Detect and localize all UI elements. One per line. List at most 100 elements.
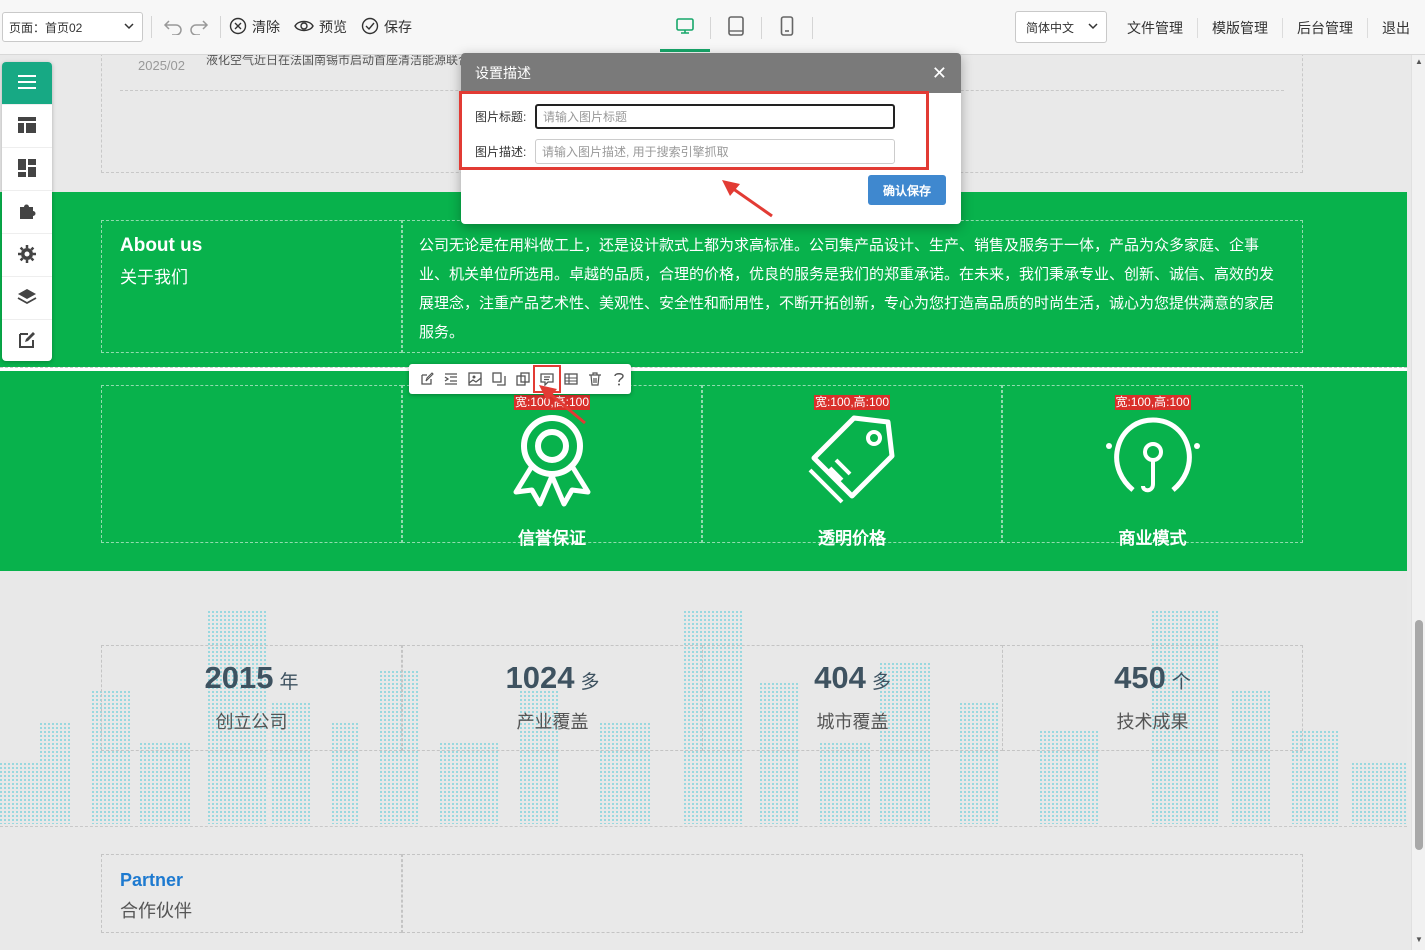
feature-label: 信誉保证 (518, 529, 586, 548)
feature-empty-cell[interactable] (101, 385, 402, 543)
duplicate-icon[interactable] (511, 367, 535, 391)
desktop-view-button[interactable] (660, 0, 710, 55)
stat-number: 450 (1114, 660, 1166, 695)
stat-label: 技术成果 (1116, 712, 1189, 732)
image-title-row: 图片标题: 请输入图片标题 (475, 104, 895, 129)
image-title-input[interactable]: 请输入图片标题 (535, 104, 895, 129)
layers-icon (17, 287, 37, 310)
divider (812, 16, 813, 39)
edit-element-icon[interactable] (415, 367, 439, 391)
scroll-up-arrow-icon[interactable]: ▲ (1414, 57, 1424, 66)
feature-item[interactable]: 宽:100,高:100 商业模式 (1002, 385, 1303, 548)
scroll-thumb[interactable] (1415, 620, 1423, 850)
feature-label: 商业模式 (1118, 529, 1187, 548)
dashboard-icon (17, 158, 37, 181)
stat-number: 2015 (204, 660, 274, 695)
redo-icon[interactable] (186, 14, 212, 40)
confirm-save-button[interactable]: 确认保存 (868, 175, 946, 205)
dialog-title: 设置描述 (475, 65, 531, 81)
layers-button[interactable] (2, 277, 52, 320)
stat-label: 城市覆盖 (816, 712, 889, 732)
trash-icon[interactable] (583, 367, 607, 391)
clear-button[interactable]: 清除 (229, 17, 280, 38)
partner-logos-area[interactable] (402, 854, 1303, 933)
edit-button[interactable] (2, 320, 52, 361)
image-desc-input[interactable]: 请输入图片描述, 用于搜索引擎抓取 (535, 139, 895, 164)
partner-title-cn: 合作伙伴 (120, 901, 192, 921)
page-select-value: 页面：首页02 (9, 20, 83, 35)
about-title-cn: 关于我们 (120, 268, 188, 287)
file-manage-link[interactable]: 文件管理 (1113, 18, 1197, 38)
stat-number-row: 2015 年 (102, 660, 401, 696)
puzzle-icon (17, 201, 37, 224)
partner-section: Partner 合作伙伴 (0, 826, 1407, 950)
about-body[interactable]: 公司无论是在用料做工上，还是设计款式上都为求高标准。公司集产品设计、生产、销售及… (402, 220, 1303, 353)
preview-button[interactable]: 预览 (294, 17, 347, 37)
admin-link[interactable]: 后台管理 (1282, 17, 1367, 38)
stat-item[interactable]: 450 个 技术成果 (1002, 645, 1303, 751)
stat-label: 产业覆盖 (516, 712, 589, 732)
template-manage-link[interactable]: 模版管理 (1197, 17, 1282, 38)
stat-item[interactable]: 404 多 城市覆盖 (702, 645, 1003, 751)
stat-unit: 个 (1171, 672, 1191, 693)
stat-item[interactable]: 1024 多 产业覆盖 (402, 645, 703, 751)
page-scrollbar[interactable]: ▲ ▼ (1411, 55, 1425, 950)
divider (220, 16, 221, 38)
settings-button[interactable] (2, 234, 52, 277)
save-label: 保存 (384, 19, 412, 35)
lightbulb-icon[interactable] (1103, 408, 1203, 508)
image-title-label: 图片标题: (475, 110, 527, 124)
layout-icon (17, 116, 37, 137)
preview-label: 预览 (319, 19, 347, 35)
chevron-down-icon (124, 20, 134, 34)
eye-icon (294, 19, 314, 36)
check-circle-icon (361, 17, 379, 38)
price-tag-icon[interactable] (802, 408, 902, 508)
feature-item[interactable]: 宽:100,高:100 信誉保证 (402, 385, 702, 548)
left-tool-panel (2, 62, 52, 361)
language-select[interactable]: 简体中文 (1015, 11, 1107, 43)
stat-number-row: 450 个 (1003, 660, 1302, 696)
about-title-en: About us (120, 235, 203, 256)
stat-unit: 多 (871, 672, 891, 693)
divider (151, 16, 152, 38)
clear-icon (229, 17, 247, 38)
element-toolbox (409, 364, 631, 394)
stat-number-row: 404 多 (703, 660, 1002, 696)
edit-icon (17, 330, 37, 353)
indent-icon[interactable] (439, 367, 463, 391)
image-desc-row: 图片描述: 请输入图片描述, 用于搜索引擎抓取 (475, 139, 895, 164)
dialog-header: 设置描述 ✕ (461, 53, 961, 93)
top-toolbar: 页面：首页02 清除 预览 保存 简体中文 文件管理 模版管理 后台管理 退出 (0, 0, 1425, 55)
modules-button[interactable] (2, 148, 52, 191)
set-description-dialog: 设置描述 ✕ 图片标题: 请输入图片标题 图片描述: 请输入图片描述, 用于搜索… (461, 53, 961, 224)
scroll-down-arrow-icon[interactable]: ▼ (1414, 935, 1424, 944)
mobile-view-button[interactable] (762, 0, 812, 55)
stat-number-row: 1024 多 (403, 660, 702, 696)
feature-item[interactable]: 宽:100,高:100 透明价格 (702, 385, 1002, 548)
help-icon[interactable] (607, 367, 631, 391)
gear-icon (17, 244, 37, 267)
layout-button[interactable] (2, 105, 52, 148)
save-button[interactable]: 保存 (361, 17, 412, 38)
copy-icon[interactable] (487, 367, 511, 391)
page-select[interactable]: 页面：首页02 (2, 12, 143, 42)
table-icon[interactable] (559, 367, 583, 391)
menu-button[interactable] (2, 62, 52, 105)
undo-icon[interactable] (160, 14, 186, 40)
stat-unit: 年 (279, 672, 299, 693)
plugins-button[interactable] (2, 191, 52, 234)
device-switcher (660, 0, 813, 55)
stat-label: 创立公司 (215, 712, 288, 732)
stat-item[interactable]: 2015 年 创立公司 (101, 645, 402, 751)
close-icon[interactable]: ✕ (932, 63, 947, 84)
logout-link[interactable]: 退出 (1367, 17, 1424, 38)
award-medal-icon[interactable] (502, 408, 602, 508)
stats-section: 2015 年 创立公司 1024 多 产业覆盖 404 多 城市覆盖 450 个 技术成… (0, 571, 1407, 824)
set-description-icon[interactable] (533, 365, 561, 393)
tablet-view-button[interactable] (711, 0, 761, 55)
image-icon[interactable] (463, 367, 487, 391)
about-heading[interactable]: About us 关于我们 (101, 220, 402, 353)
features-section: 宽:100,高:100 信誉保证 宽:100,高:100 透明价格 宽:100,… (0, 371, 1407, 571)
partner-heading[interactable]: Partner 合作伙伴 (101, 854, 402, 933)
